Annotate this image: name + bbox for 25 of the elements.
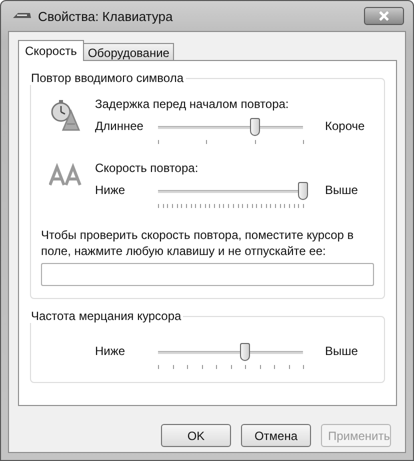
window-title: Свойства: Клавиатура (38, 8, 174, 24)
slider-thumb[interactable] (298, 182, 308, 200)
slider-thumb[interactable] (250, 118, 260, 136)
stopwatch-letter-icon (49, 99, 83, 131)
group-title: Повтор вводимого символа (30, 71, 185, 85)
max-label: Выше (324, 182, 359, 197)
min-label: Длиннее (95, 118, 144, 133)
hint-text: Чтобы проверить скорость повтора, поместите курсор в поле, нажмите любую клавишу и не отпускайте ее: (41, 227, 355, 259)
group-title: Частота мерцания курсора (30, 309, 182, 323)
slider-thumb[interactable] (240, 343, 250, 361)
tab[interactable]: Оборудование (82, 43, 174, 61)
dialog-button[interactable]: OK (161, 424, 231, 447)
min-label: Ниже (95, 182, 126, 197)
dialog-button[interactable]: Отмена (241, 424, 311, 447)
double-letter-icon (49, 163, 83, 187)
max-label: Короче (324, 118, 366, 133)
input-field[interactable] (41, 263, 374, 286)
min-label: Ниже (95, 343, 126, 358)
setting-label: Задержка перед началом повтора: (95, 97, 290, 111)
keyboard-icon (12, 12, 32, 20)
max-label: Выше (324, 343, 359, 358)
close-icon (378, 11, 390, 21)
close-button[interactable] (364, 7, 404, 25)
tab[interactable]: Скорость (18, 40, 84, 61)
setting-label: Скорость повтора: (95, 161, 200, 175)
